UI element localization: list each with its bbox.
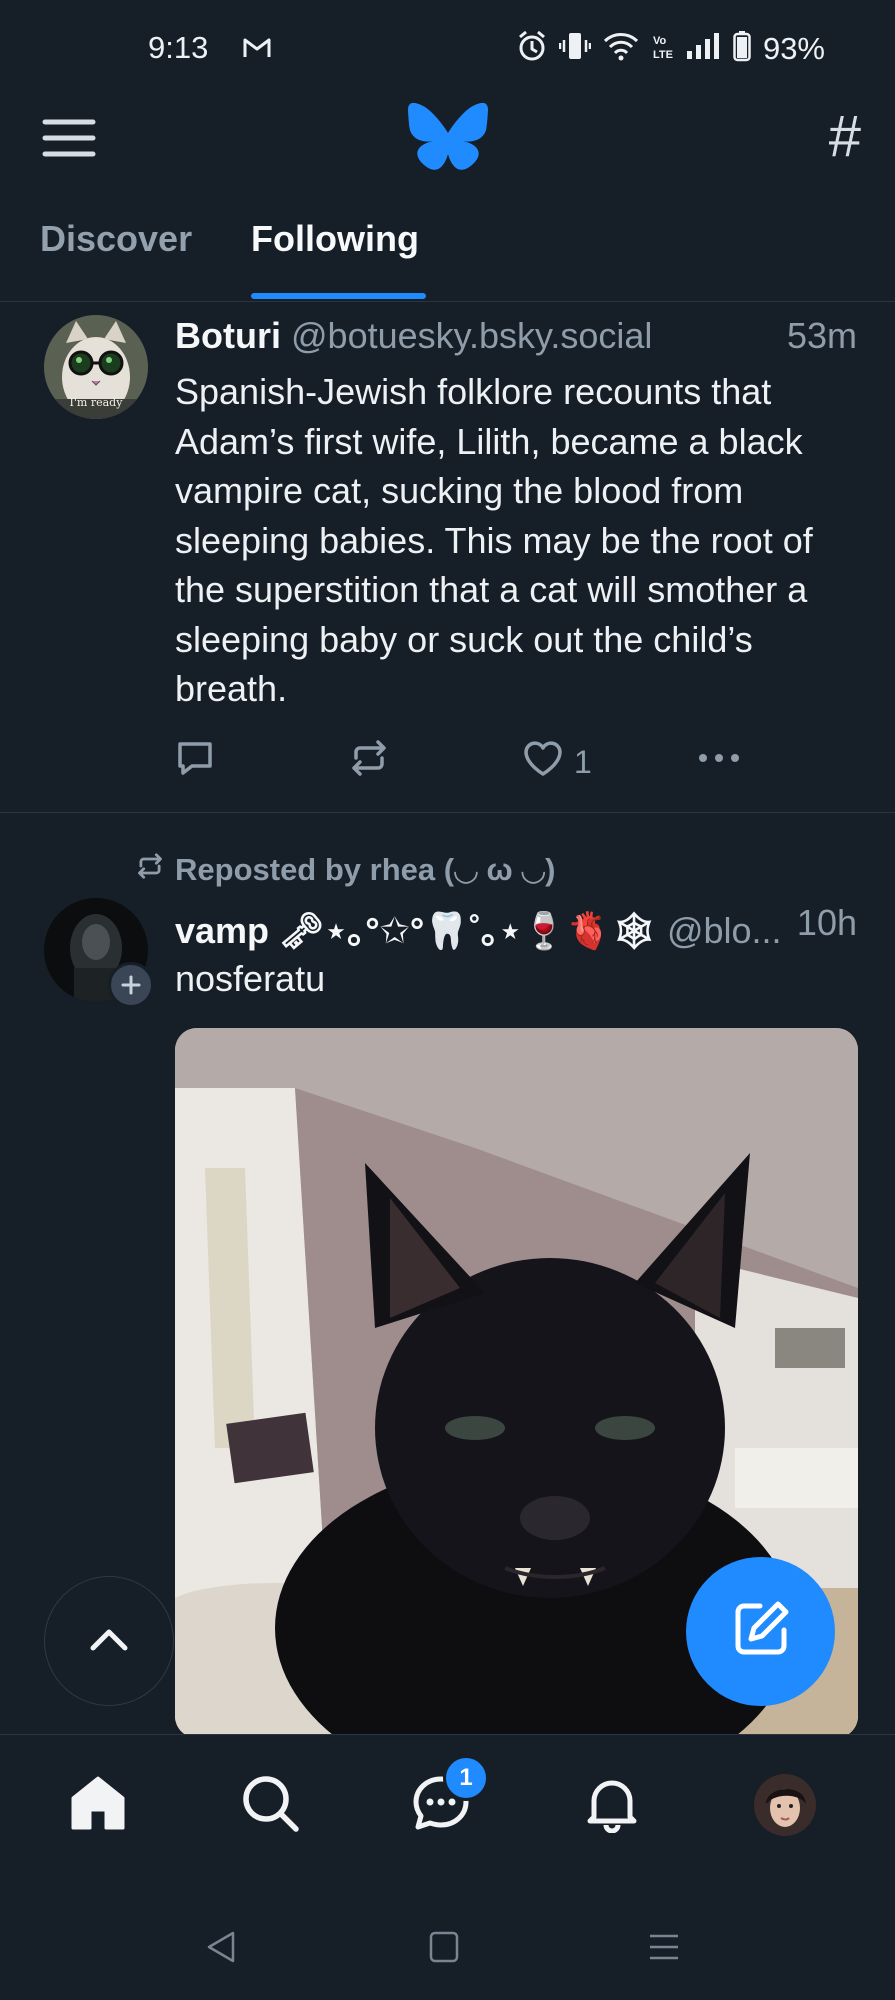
author-handle[interactable]: @botuesky.bsky.social [291, 315, 652, 356]
active-tab-indicator [251, 293, 426, 299]
avatar[interactable]: I'm ready [44, 315, 148, 419]
status-bar: 9:13 Vo LTE 93% [0, 0, 895, 100]
bell-icon [582, 1773, 642, 1838]
avatar-caption: I'm ready [69, 396, 123, 409]
tab-discover[interactable]: Discover [40, 218, 192, 260]
battery-icon [733, 30, 751, 67]
repost-icon [135, 852, 165, 888]
status-icons: Vo LTE 93% [517, 30, 825, 67]
gmail-icon [242, 36, 272, 65]
tab-following[interactable]: Following [251, 218, 419, 260]
back-icon[interactable] [205, 1930, 237, 1969]
recents-icon[interactable] [648, 1932, 680, 1967]
heart-icon [522, 738, 564, 786]
repost-icon [348, 738, 390, 786]
nav-profile[interactable] [750, 1770, 820, 1840]
post-text: Spanish-Jewish folklore recounts that Ad… [175, 371, 813, 709]
post-meta: Boturi @botuesky.bsky.social [175, 315, 652, 357]
scroll-to-top-button[interactable] [44, 1576, 174, 1706]
follow-add-icon[interactable] [108, 962, 154, 1008]
compose-icon [730, 1598, 792, 1665]
volte-icon: Vo LTE [651, 31, 673, 66]
post-meta: vamp 🗝⋆｡°✩°🦷˚｡⋆🍷🫀🕸 @blo... [175, 902, 790, 954]
home-icon [68, 1774, 128, 1837]
svg-text:LTE: LTE [653, 49, 673, 61]
signal-icon [685, 31, 721, 66]
chevron-up-icon [89, 1626, 129, 1657]
battery-percent: 93% [762, 30, 825, 66]
reply-button[interactable] [175, 738, 215, 786]
wifi-icon [603, 31, 639, 66]
nav-search[interactable] [235, 1770, 305, 1840]
post-time[interactable]: 53m [787, 315, 857, 357]
vibrate-icon [558, 30, 592, 67]
post-time[interactable]: 10h [797, 902, 857, 944]
bluesky-butterfly-icon[interactable] [408, 102, 488, 176]
menu-icon[interactable] [42, 118, 96, 158]
system-navigation-bar [0, 1890, 895, 2000]
post-actions: 1 [175, 738, 875, 782]
post-divider [0, 812, 895, 813]
nav-notifications[interactable] [577, 1770, 647, 1840]
status-time: 9:13 [148, 30, 209, 65]
author-handle[interactable]: @blo... [667, 910, 782, 951]
more-options-button[interactable] [697, 738, 741, 786]
search-icon [240, 1773, 300, 1838]
repost-button[interactable] [348, 738, 390, 786]
home-square-icon[interactable] [428, 1930, 460, 1969]
header-divider [0, 301, 895, 302]
author-name[interactable]: Boturi [175, 315, 281, 356]
feeds-hashtag-button[interactable]: # [829, 108, 861, 166]
author-name[interactable]: vamp 🗝⋆｡°✩°🦷˚｡⋆🍷🫀🕸 [175, 910, 657, 951]
alarm-icon [517, 30, 547, 67]
nav-home[interactable] [63, 1770, 133, 1840]
profile-avatar [754, 1774, 816, 1836]
chat-unread-badge: 1 [443, 1755, 489, 1801]
repost-by-label: Reposted by rhea (◡ ω ◡) [175, 852, 556, 887]
ellipsis-icon [697, 738, 741, 786]
post-text: nosferatu [175, 958, 326, 999]
repost-indicator[interactable]: Reposted by rhea (◡ ω ◡) [135, 852, 555, 888]
svg-text:Vo: Vo [653, 35, 667, 47]
like-button[interactable]: 1 [522, 738, 592, 786]
like-count: 1 [574, 743, 592, 780]
compose-post-button[interactable] [686, 1557, 835, 1706]
reply-icon [175, 738, 215, 786]
